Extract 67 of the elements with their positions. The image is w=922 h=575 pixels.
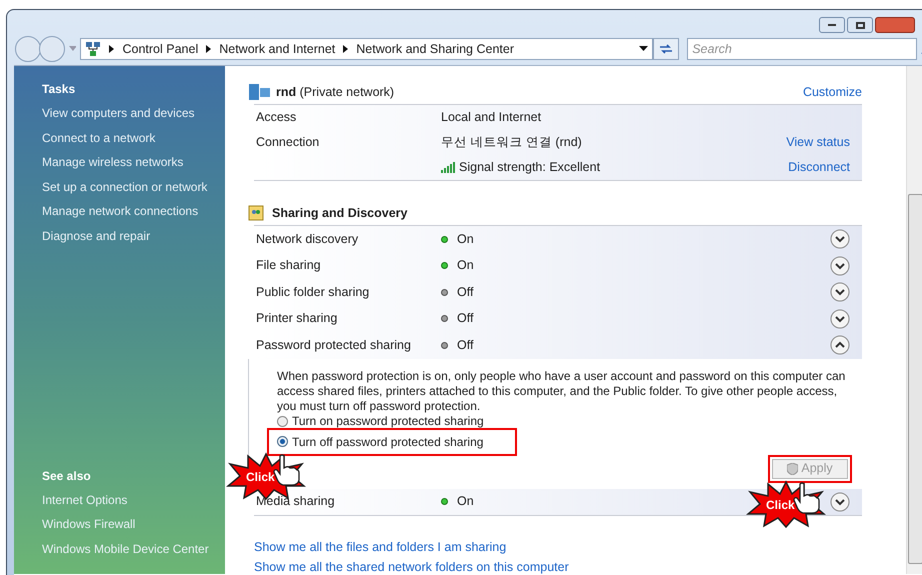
- setting-status: Off: [457, 336, 474, 354]
- breadcrumb-item[interactable]: Control Panel: [122, 40, 198, 58]
- search-field[interactable]: Search: [687, 38, 918, 60]
- detail-label: Connection: [256, 135, 320, 150]
- radio-option[interactable]: Turn on password protected sharing: [277, 414, 854, 428]
- sidebar-heading: Tasks: [42, 81, 76, 98]
- sidebar-link[interactable]: Set up a connection or network: [42, 178, 225, 202]
- expand-chevron-icon[interactable]: [830, 256, 850, 276]
- breadcrumb-arrow-icon[interactable]: [206, 45, 212, 53]
- sidebar-heading: See also: [42, 468, 92, 484]
- sidebar-link[interactable]: Manage wireless networks: [42, 153, 225, 178]
- detail-value: 무선 네트워크 연결 (rnd): [441, 134, 582, 152]
- expand-chevron-icon[interactable]: [830, 229, 850, 250]
- customize-link[interactable]: Customize: [802, 82, 862, 102]
- expand-chevron-icon[interactable]: [830, 492, 850, 512]
- scrollbar[interactable]: [906, 66, 922, 574]
- sidebar-link[interactable]: Windows Firewall: [42, 515, 225, 540]
- scrollbar-thumb[interactable]: [908, 194, 922, 564]
- sharing-link[interactable]: Show me all the shared network folders on this computer: [254, 558, 862, 575]
- sidebar-link[interactable]: View computers and devices: [42, 104, 225, 128]
- setting-status: On: [457, 493, 474, 510]
- sidebar-link[interactable]: Manage network connections: [42, 202, 225, 226]
- radio-option[interactable]: Turn off password protected sharing: [267, 428, 517, 456]
- click-label: Click: [246, 469, 275, 486]
- sidebar-link[interactable]: Diagnose and repair: [42, 226, 225, 251]
- detail-label: Access: [256, 110, 296, 124]
- refresh-icon: [659, 43, 674, 55]
- dropdown-caret-icon[interactable]: [639, 46, 648, 52]
- minimize-button[interactable]: [819, 17, 845, 33]
- address-bar[interactable]: Control Panel Network and Internet Network and Sharing Center: [80, 38, 654, 60]
- section-heading: Sharing and Discovery: [272, 204, 408, 222]
- detail-link[interactable]: View status: [786, 133, 860, 152]
- breadcrumb-arrow-icon[interactable]: [343, 45, 348, 53]
- radio-button[interactable]: [277, 436, 288, 447]
- expand-chevron-icon[interactable]: [830, 282, 850, 302]
- expand-chevron-icon[interactable]: [830, 308, 850, 329]
- detail-link[interactable]: Disconnect: [788, 158, 860, 177]
- network-icon: [85, 41, 102, 57]
- breadcrumb-item[interactable]: Network and Sharing Center: [356, 40, 514, 58]
- maximize-button[interactable]: [847, 17, 873, 33]
- breadcrumb-arrow-icon[interactable]: [109, 45, 114, 53]
- setting-label: Printer sharing: [256, 310, 338, 328]
- collapse-chevron-icon[interactable]: [830, 335, 850, 356]
- setting-status: Off: [457, 310, 474, 328]
- sharing-link[interactable]: Show me all the files and folders I am sharing: [254, 538, 862, 558]
- setting-label: Password protected sharing: [256, 336, 412, 354]
- sidebar-link[interactable]: Connect to a network: [42, 128, 225, 153]
- setting-status: Off: [457, 284, 474, 301]
- setting-label: Public folder sharing: [256, 284, 370, 301]
- network-icon: [248, 83, 272, 101]
- shield-icon: [787, 462, 798, 474]
- click-label: Click: [766, 497, 795, 514]
- setting-label: File sharing: [256, 257, 322, 274]
- sidebar-link[interactable]: Internet Options: [42, 490, 225, 515]
- radio-button[interactable]: [277, 416, 288, 426]
- signal-bars-icon: [441, 162, 456, 173]
- setting-status: On: [457, 257, 474, 274]
- refresh-button[interactable]: [653, 38, 680, 60]
- description-text: When password protection is on, only people who have a user account and password on this computer can access shared files, printers attached to this computer, and the Public folder. To give other people access, you must turn off password protection.: [277, 368, 846, 414]
- setting-status: On: [457, 230, 474, 248]
- sharing-folder-icon: [248, 205, 264, 221]
- breadcrumb-item[interactable]: Network and Internet: [219, 40, 336, 58]
- network-name: rnd (Private network): [276, 84, 394, 101]
- detail-value: Local and Internet: [441, 109, 542, 126]
- setting-label: Network discovery: [256, 230, 360, 248]
- detail-value: Signal strength: Excellent: [459, 159, 600, 176]
- setting-label: Media sharing: [256, 493, 336, 510]
